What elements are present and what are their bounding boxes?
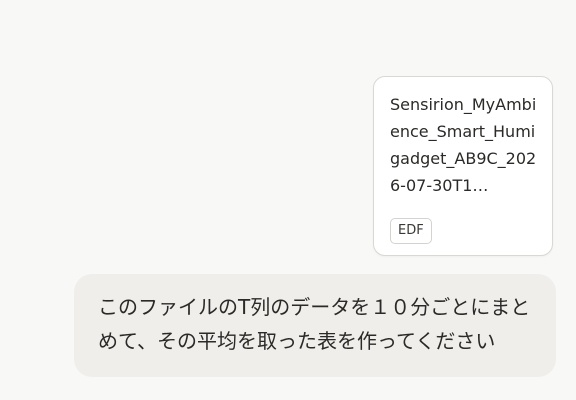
user-message-bubble: このファイルのT列のデータを１０分ごとにまとめて、その平均を取った表を作ってくだ… <box>74 274 556 377</box>
attachment-card[interactable]: Sensirion_MyAmbience_Smart_Humigadget_AB… <box>373 76 553 256</box>
file-type-badge: EDF <box>390 218 432 244</box>
attachment-file-name: Sensirion_MyAmbience_Smart_Humigadget_AB… <box>390 95 537 195</box>
user-message-text: このファイルのT列のデータを１０分ごとにまとめて、その平均を取った表を作ってくだ… <box>98 295 531 353</box>
